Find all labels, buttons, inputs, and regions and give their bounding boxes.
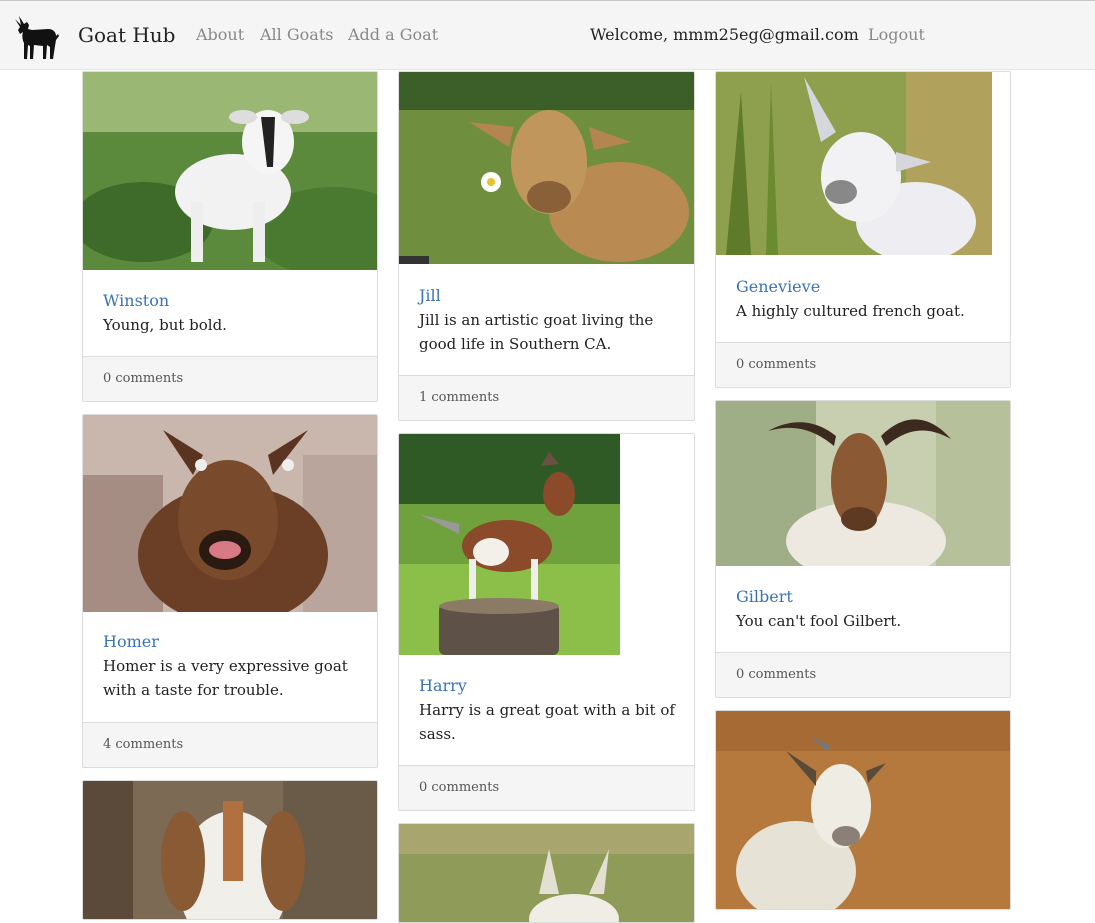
goat-card: Gilbert You can't fool Gilbert. 0 commen… <box>715 400 1011 698</box>
comments-count-link[interactable]: 4 comments <box>103 735 183 755</box>
logout-link[interactable]: Logout <box>868 23 925 47</box>
goat-logo-icon[interactable] <box>12 13 62 61</box>
comments-count-link[interactable]: 0 comments <box>103 369 183 389</box>
card-footer: 4 comments <box>83 722 377 767</box>
goat-name-link[interactable]: Genevieve <box>736 275 820 299</box>
goat-card: Harry Harry is a great goat with a bit o… <box>398 433 695 811</box>
comments-count-link[interactable]: 0 comments <box>736 665 816 685</box>
goat-photo[interactable] <box>83 415 377 612</box>
goat-description: Harry is a great goat with a bit of sass… <box>419 701 675 743</box>
goat-card <box>82 780 378 920</box>
goat-description: You can't fool Gilbert. <box>736 612 902 630</box>
brand-name[interactable]: Goat Hub <box>78 21 175 49</box>
goat-card <box>398 823 695 923</box>
comments-count-link[interactable]: 0 comments <box>736 355 816 375</box>
card-footer: 0 comments <box>83 356 377 401</box>
goat-photo[interactable] <box>399 434 620 655</box>
goat-description: Young, but bold. <box>103 316 227 334</box>
goat-card: Homer Homer is a very expressive goat wi… <box>82 414 378 768</box>
goat-photo[interactable] <box>83 72 377 270</box>
goat-name-link[interactable]: Gilbert <box>736 585 793 609</box>
goat-name-link[interactable]: Harry <box>419 674 467 698</box>
goat-card: Jill Jill is an artistic goat living the… <box>398 71 695 421</box>
goat-photo[interactable] <box>83 781 377 919</box>
card-footer: 1 comments <box>399 375 694 420</box>
goat-card <box>715 710 1011 910</box>
goat-card: Genevieve A highly cultured french goat.… <box>715 71 1011 388</box>
goat-description: Homer is a very expressive goat with a t… <box>103 657 348 699</box>
goat-name-link[interactable]: Homer <box>103 630 159 654</box>
navbar: Goat Hub About All Goats Add a Goat Welc… <box>0 0 1095 70</box>
card-footer: 0 comments <box>716 342 1010 387</box>
card-footer: 0 comments <box>716 652 1010 697</box>
card-footer: 0 comments <box>399 765 694 810</box>
nav-add-goat-link[interactable]: Add a Goat <box>348 23 438 47</box>
goat-photo[interactable] <box>399 72 694 264</box>
goat-card: Winston Young, but bold. 0 comments <box>82 71 378 402</box>
goat-photo[interactable] <box>716 72 992 255</box>
goat-photo[interactable] <box>716 401 1010 566</box>
goat-name-link[interactable]: Winston <box>103 289 169 313</box>
goat-photo[interactable] <box>716 711 1010 909</box>
comments-count-link[interactable]: 0 comments <box>419 778 499 798</box>
nav-all-goats-link[interactable]: All Goats <box>260 23 333 47</box>
goat-description: A highly cultured french goat. <box>736 302 965 320</box>
goat-photo[interactable] <box>399 824 694 922</box>
goat-name-link[interactable]: Jill <box>419 284 441 308</box>
welcome-message: Welcome, mmm25eg@gmail.com <box>590 25 859 44</box>
goat-description: Jill is an artistic goat living the good… <box>419 311 654 353</box>
nav-about-link[interactable]: About <box>196 23 244 47</box>
comments-count-link[interactable]: 1 comments <box>419 388 499 408</box>
